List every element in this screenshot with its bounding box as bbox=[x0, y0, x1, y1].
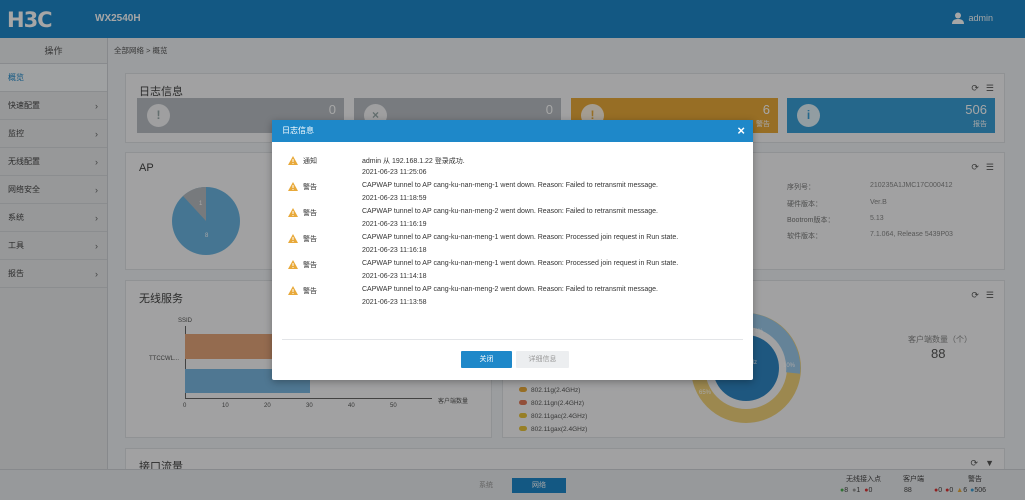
log-level: 警告 bbox=[303, 210, 317, 217]
log-entry: 警告 CAPWAP tunnel to AP cang-ku-nan-meng-… bbox=[288, 286, 738, 312]
warning-icon bbox=[288, 182, 298, 191]
dialog-divider bbox=[282, 339, 743, 340]
close-icon[interactable]: × bbox=[737, 120, 745, 142]
log-level: 警告 bbox=[303, 262, 317, 269]
log-message: CAPWAP tunnel to AP cang-ku-nan-meng-2 w… bbox=[362, 286, 658, 293]
warning-icon bbox=[288, 156, 298, 165]
log-time: 2021-06-23 11:25:06 bbox=[362, 169, 427, 176]
log-level: 通知 bbox=[303, 158, 317, 165]
dialog-title: 日志信息 bbox=[282, 126, 314, 135]
log-message: admin 从 192.168.1.22 登录成功. bbox=[362, 158, 465, 165]
log-time: 2021-06-23 11:16:18 bbox=[362, 247, 427, 254]
log-entry: 警告 CAPWAP tunnel to AP cang-ku-nan-meng-… bbox=[288, 208, 738, 234]
log-time: 2021-06-23 11:18:59 bbox=[362, 195, 427, 202]
log-info-dialog: 日志信息 × 通知 admin 从 192.168.1.22 登录成功. 202… bbox=[272, 120, 753, 380]
log-entry: 通知 admin 从 192.168.1.22 登录成功. 2021-06-23… bbox=[288, 156, 738, 182]
dialog-header: 日志信息 × bbox=[272, 120, 753, 142]
close-button[interactable]: 关闭 bbox=[461, 351, 512, 368]
log-time: 2021-06-23 11:16:19 bbox=[362, 221, 427, 228]
log-level: 警告 bbox=[303, 184, 317, 191]
log-entry: 警告 CAPWAP tunnel to AP cang-ku-nan-meng-… bbox=[288, 234, 738, 260]
log-message: CAPWAP tunnel to AP cang-ku-nan-meng-1 w… bbox=[362, 260, 679, 267]
log-message: CAPWAP tunnel to AP cang-ku-nan-meng-1 w… bbox=[362, 234, 679, 241]
log-entry: 警告 CAPWAP tunnel to AP cang-ku-nan-meng-… bbox=[288, 182, 738, 208]
warning-icon bbox=[288, 208, 298, 217]
log-time: 2021-06-23 11:14:18 bbox=[362, 273, 427, 280]
warning-icon bbox=[288, 260, 298, 269]
warning-icon bbox=[288, 234, 298, 243]
log-message: CAPWAP tunnel to AP cang-ku-nan-meng-2 w… bbox=[362, 208, 658, 215]
log-level: 警告 bbox=[303, 236, 317, 243]
log-time: 2021-06-23 11:13:58 bbox=[362, 299, 427, 306]
detail-button[interactable]: 详细信息 bbox=[516, 351, 569, 368]
log-message: CAPWAP tunnel to AP cang-ku-nan-meng-1 w… bbox=[362, 182, 658, 189]
log-level: 警告 bbox=[303, 288, 317, 295]
warning-icon bbox=[288, 286, 298, 295]
log-entry: 警告 CAPWAP tunnel to AP cang-ku-nan-meng-… bbox=[288, 260, 738, 286]
